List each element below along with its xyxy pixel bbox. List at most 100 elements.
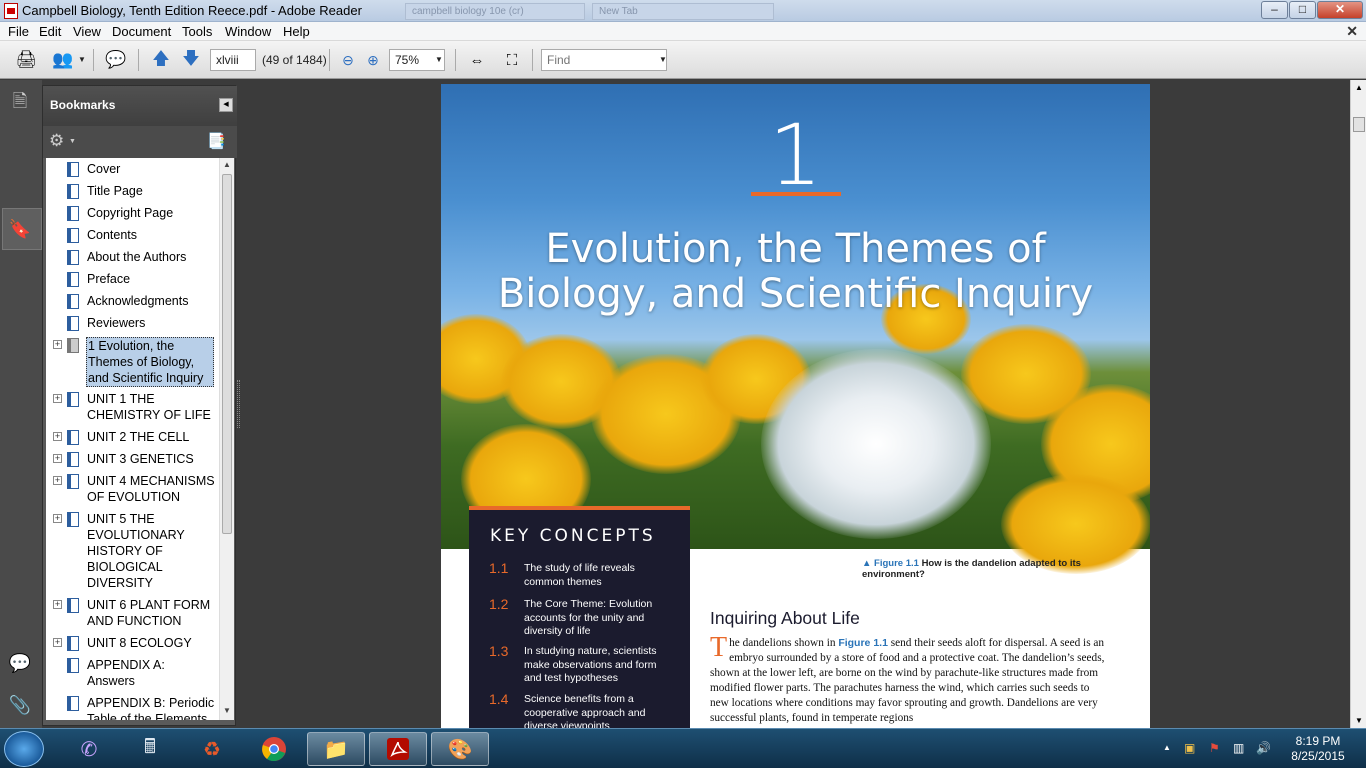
key-concepts-heading: KEY CONCEPTS [490,526,656,546]
close-document-icon[interactable]: ✕ [1346,23,1358,40]
bookmark-label: APPENDIX A: Answers [87,658,165,688]
bookmark-item[interactable]: Cover [46,160,216,177]
network-icon[interactable]: ▥ [1233,741,1244,755]
bookmark-item[interactable]: APPENDIX B: Periodic Table of the Elemen… [46,694,216,720]
bookmark-label: 1 Evolution, the Themes of Biology, and … [86,337,214,387]
bookmark-item[interactable]: +1 Evolution, the Themes of Biology, and… [46,336,216,387]
chevron-down-icon[interactable]: ▼ [435,55,443,64]
expand-icon[interactable]: + [53,638,62,647]
options-gear-icon[interactable]: ⚙ [49,131,64,151]
key-concept-text: Science benefits from a cooperative appr… [524,693,646,728]
maximize-button[interactable]: □ [1289,1,1316,19]
scroll-up-icon[interactable]: ▲ [223,160,231,169]
bookmark-item[interactable]: APPENDIX A: Answers [46,656,216,688]
menu-file[interactable]: File [8,24,29,39]
bookmark-item[interactable]: Copyright Page [46,204,216,221]
bookmark-item[interactable]: + UNIT 2 THE CELL [46,428,216,445]
scroll-down-icon[interactable]: ▼ [1355,716,1363,725]
expand-icon[interactable]: + [53,600,62,609]
expand-icon[interactable]: + [53,432,62,441]
attachments-icon[interactable]: 📎 [9,694,31,716]
bookmark-item[interactable]: + UNIT 5 THE EVOLUTIONARY HISTORY OF BIOL… [46,510,216,590]
bookmark-scrollbar[interactable]: ▲ ▼ [219,158,234,720]
bookmark-label: UNIT 1 THE CHEMISTRY OF LIFE [87,392,211,422]
menu-document[interactable]: Document [112,24,171,39]
fit-page-icon[interactable]: ⛶ [499,48,525,72]
bookmark-item[interactable]: Title Page [46,182,216,199]
adobe-reader-taskbar-icon[interactable] [369,732,427,766]
menu-help[interactable]: Help [283,24,310,39]
bookmark-item[interactable]: + UNIT 1 THE CHEMISTRY OF LIFE [46,390,216,422]
minimize-button[interactable]: – [1261,1,1288,19]
zoom-in-icon[interactable]: ⊕ [360,48,386,72]
viber-icon[interactable]: ✆ [60,732,118,766]
bookmark-item[interactable]: Preface [46,270,216,287]
fit-width-icon[interactable]: ⇔ [464,48,490,72]
calculator-icon[interactable]: 🖩 [121,732,179,766]
ccleaner-icon[interactable]: ♻ [183,732,241,766]
bookmark-item[interactable]: Acknowledgments [46,292,216,309]
tray-app-icon[interactable]: ▣ [1184,741,1195,755]
bookmark-item[interactable]: About the Authors [46,248,216,265]
expand-icon[interactable]: + [53,454,62,463]
file-explorer-icon[interactable]: 📁 [307,732,365,766]
zoom-out-icon[interactable]: ⊖ [335,48,361,72]
bookmark-label: Cover [87,162,121,176]
key-concept-text: The study of life reveals common themes [524,562,635,588]
bookmark-item[interactable]: Reviewers [46,314,216,331]
menu-view[interactable]: View [73,24,101,39]
start-button[interactable] [4,731,44,767]
comments-icon[interactable]: 💬 [9,652,31,674]
page-number-input[interactable] [210,49,256,71]
show-hidden-icons[interactable]: ▲ [1163,743,1171,752]
background-tab[interactable]: campbell biology 10e (cr) [405,3,585,20]
expand-icon[interactable]: + [53,514,62,523]
bookmark-icon [67,338,79,353]
bookmark-label: UNIT 2 THE CELL [87,430,190,444]
menu-tools[interactable]: Tools [182,24,212,39]
collapse-panel-icon[interactable]: ◀ [219,98,233,112]
bookmark-item[interactable]: + UNIT 4 MECHANISMS OF EVOLUTION [46,472,216,504]
expand-icon[interactable]: + [53,394,62,403]
paint-icon[interactable]: 🎨 [431,732,489,766]
section-heading: Inquiring About Life [710,608,860,628]
scroll-down-icon[interactable]: ▼ [223,706,231,715]
page-thumbnails-icon[interactable]: 🗎 [9,91,31,115]
chevron-down-icon[interactable]: ▼ [78,55,86,64]
chevron-down-icon[interactable]: ▼ [659,55,667,64]
background-tab[interactable]: New Tab [592,3,774,20]
print-icon[interactable]: 🖨 [13,48,39,72]
expand-icon[interactable]: + [53,476,62,485]
scroll-thumb[interactable] [1353,117,1365,132]
close-window-button[interactable]: ✕ [1317,1,1363,19]
volume-icon[interactable]: 🔊 [1256,741,1271,755]
find-input[interactable] [541,49,667,71]
window-title: Campbell Biology, Tenth Edition Reece.pd… [22,3,362,18]
bookmark-item[interactable]: + UNIT 3 GENETICS [46,450,216,467]
share-icon[interactable]: 👥 [50,48,76,72]
menu-edit[interactable]: Edit [39,24,61,39]
scroll-up-icon[interactable]: ▲ [1355,83,1363,92]
document-scrollbar[interactable]: ▲ ▼ [1350,80,1366,728]
toolbar-divider [455,49,456,71]
next-page-icon[interactable]: 🡇 [178,48,204,72]
bookmark-icon [67,658,79,673]
new-bookmark-icon[interactable]: 📑 [207,132,226,150]
bookmark-item[interactable]: Contents [46,226,216,243]
bookmark-item[interactable]: + UNIT 8 ECOLOGY [46,634,216,651]
bookmarks-panel: Bookmarks ◀ ⚙ ▼ 📑 Cover Title Page Copyrig… [42,85,237,726]
system-clock[interactable]: 8:19 PM 8/25/2015 [1280,734,1356,764]
chrome-icon[interactable] [245,732,303,766]
action-center-icon[interactable]: ⚑ [1209,741,1220,755]
comment-icon[interactable]: 💬 [103,48,129,72]
toolbar-divider [138,49,139,71]
previous-page-icon[interactable]: 🡅 [148,48,174,72]
scroll-thumb[interactable] [222,174,232,534]
bookmark-label: Copyright Page [87,206,174,220]
expand-icon[interactable]: + [53,340,62,349]
bookmark-panel-icon[interactable]: 🔖 [9,218,31,240]
chevron-down-icon[interactable]: ▼ [69,138,76,145]
figure-link[interactable]: Figure 1.1 [838,637,888,649]
menu-window[interactable]: Window [225,24,271,39]
bookmark-item[interactable]: + UNIT 6 PLANT FORM AND FUNCTION [46,596,216,628]
